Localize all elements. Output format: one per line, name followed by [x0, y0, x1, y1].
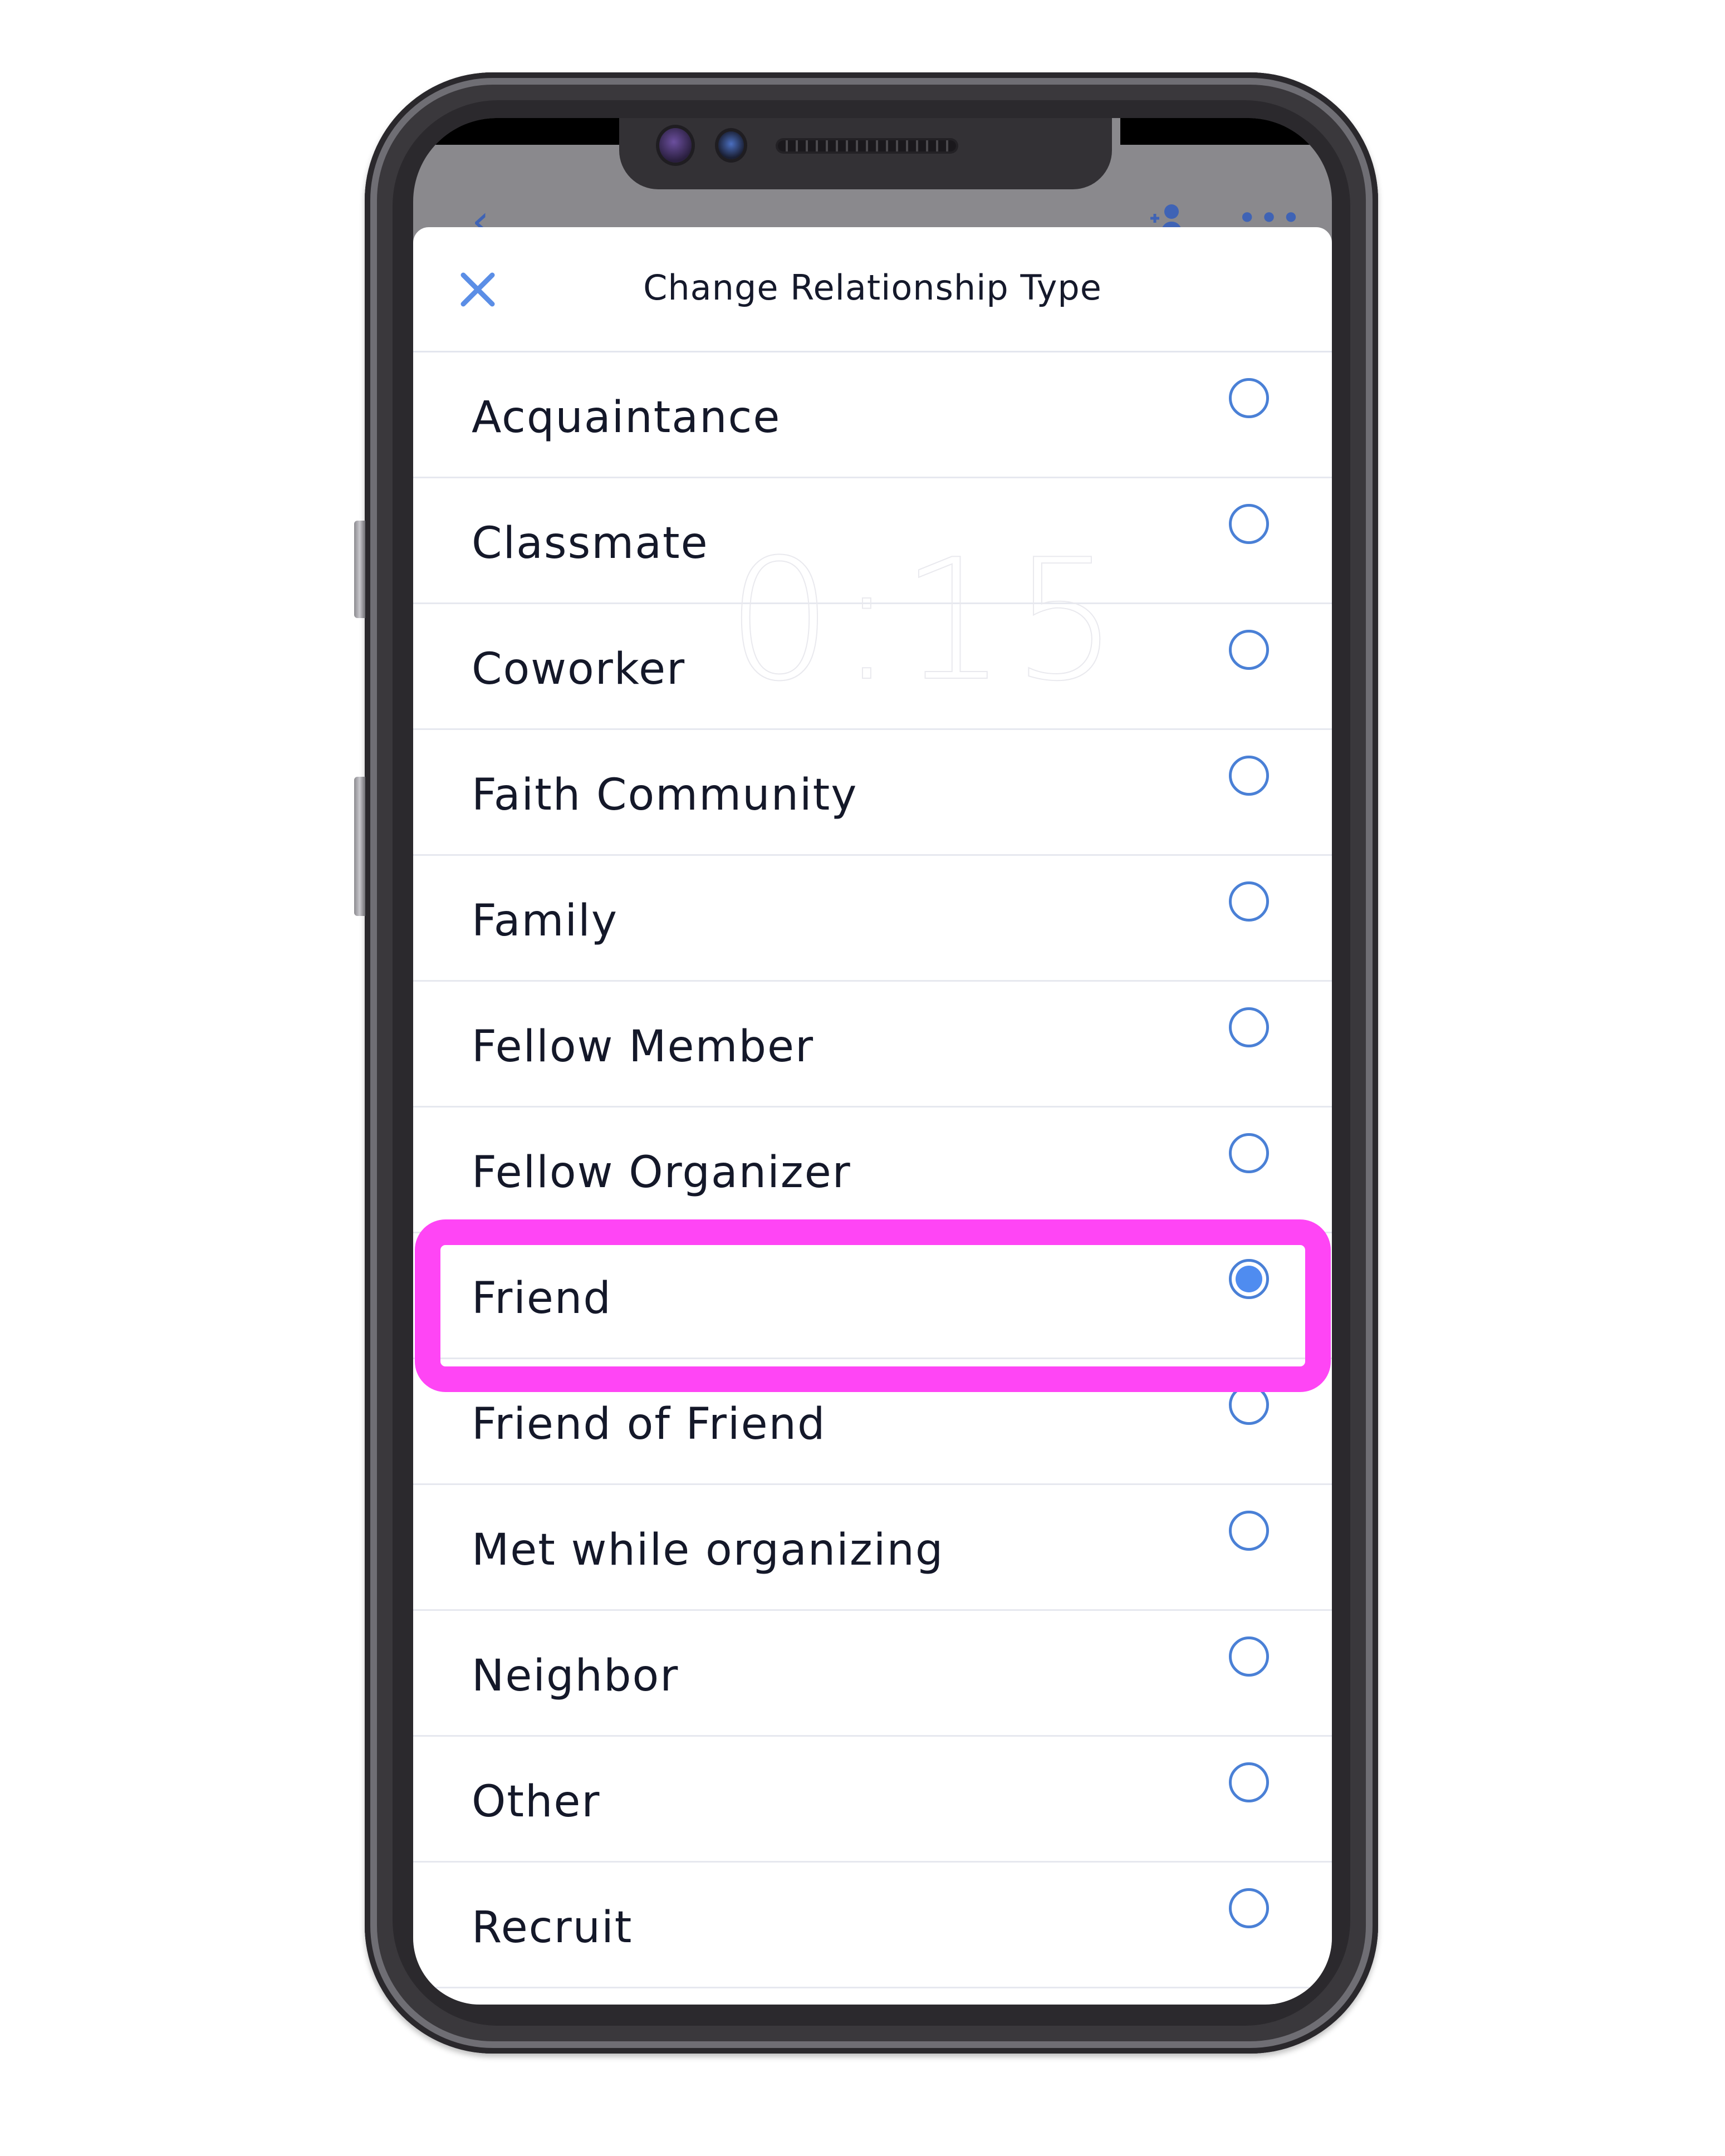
radio-unselected-icon[interactable]: [1229, 1636, 1269, 1677]
radio-unselected-icon[interactable]: [1229, 504, 1269, 544]
radio-unselected-icon[interactable]: [1229, 630, 1269, 670]
option-label: Friend: [472, 1273, 612, 1324]
option-label: Fellow Organizer: [472, 1148, 851, 1198]
option-row-met-while-organizing[interactable]: Met while organizing: [413, 1485, 1332, 1611]
option-label: Acquaintance: [472, 393, 781, 443]
option-label: Neighbor: [472, 1651, 679, 1701]
sheet-header: Change Relationship Type: [413, 227, 1332, 352]
option-row-fellow-organizer[interactable]: Fellow Organizer: [413, 1108, 1332, 1233]
option-label: Other: [472, 1777, 601, 1827]
radio-unselected-icon[interactable]: [1229, 1888, 1269, 1928]
radio-unselected-icon[interactable]: [1229, 881, 1269, 922]
sheet-title: Change Relationship Type: [643, 267, 1102, 308]
option-row-coworker[interactable]: Coworker: [413, 604, 1332, 730]
radio-unselected-icon[interactable]: [1229, 1007, 1269, 1047]
phone-screen: ‹ ••• Change Relationship Type Acquainta…: [413, 118, 1332, 2005]
option-row-acquaintance[interactable]: Acquaintance: [413, 352, 1332, 478]
option-label: Recruit: [472, 1903, 633, 1953]
radio-unselected-icon[interactable]: [1229, 756, 1269, 796]
option-row-faith-community[interactable]: Faith Community: [413, 730, 1332, 856]
option-label: Faith Community: [472, 770, 858, 820]
radio-unselected-icon[interactable]: [1229, 1511, 1269, 1551]
option-row-classmate[interactable]: Classmate: [413, 478, 1332, 604]
relationship-type-sheet: Change Relationship Type Acquaintance Cla…: [413, 227, 1332, 2005]
status-bar-right: [1120, 118, 1332, 145]
option-row-friend[interactable]: Friend: [413, 1233, 1332, 1359]
camera-notch: [619, 118, 1112, 189]
option-label: Fellow Member: [472, 1022, 815, 1072]
volume-up-button: [354, 521, 365, 618]
radio-unselected-icon[interactable]: [1229, 1762, 1269, 1802]
option-label: Classmate: [472, 518, 709, 569]
option-row-fellow-member[interactable]: Fellow Member: [413, 982, 1332, 1108]
option-row-neighbor[interactable]: Neighbor: [413, 1611, 1332, 1737]
option-row-recruit[interactable]: Recruit: [413, 1863, 1332, 1988]
speaker-grille: [778, 140, 956, 151]
status-bar-left: [413, 118, 625, 145]
option-row-friend-of-friend[interactable]: Friend of Friend: [413, 1359, 1332, 1485]
radio-unselected-icon[interactable]: [1229, 378, 1269, 418]
option-row-other[interactable]: Other: [413, 1737, 1332, 1863]
radio-unselected-icon[interactable]: [1229, 1133, 1269, 1173]
sensor-icon: [718, 131, 744, 159]
option-label: Family: [472, 896, 618, 946]
option-label: Friend of Friend: [472, 1399, 826, 1449]
camera-lens-icon: [659, 128, 692, 163]
radio-unselected-icon[interactable]: [1229, 1385, 1269, 1425]
option-label: Coworker: [472, 644, 686, 694]
option-row-family[interactable]: Family: [413, 856, 1332, 982]
relationship-option-list: Acquaintance Classmate Coworker Faith Commu…: [413, 352, 1332, 1988]
volume-down-button: [354, 777, 365, 916]
radio-selected-icon[interactable]: [1229, 1259, 1269, 1299]
option-label: Met while organizing: [472, 1525, 944, 1575]
